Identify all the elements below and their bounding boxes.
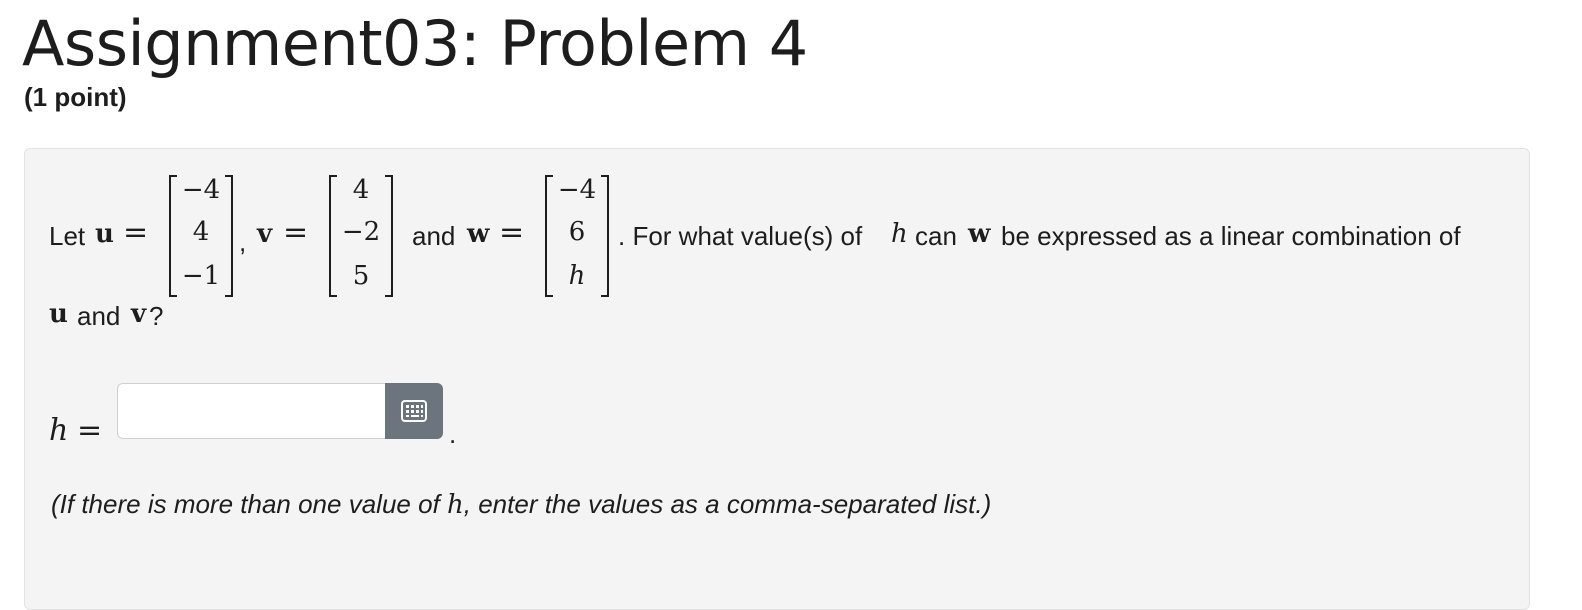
w-vector: −4 6 h bbox=[545, 175, 609, 297]
u-symbol-line2: u bbox=[49, 299, 68, 329]
h-symbol: h bbox=[891, 219, 908, 249]
u-symbol: u bbox=[95, 219, 114, 249]
u-equals: = bbox=[123, 215, 149, 250]
hint-text: (If there is more than one value of h, e… bbox=[51, 489, 991, 520]
u-vector-entry: −4 bbox=[181, 175, 221, 205]
answer-period: . bbox=[449, 419, 457, 449]
u-vector: −4 4 −1 bbox=[169, 175, 233, 297]
v-symbol: v bbox=[257, 219, 273, 249]
w-vector-entry: h bbox=[568, 261, 586, 291]
u-vector-entry: −1 bbox=[181, 261, 221, 291]
comma: , bbox=[239, 227, 247, 257]
and-text: and bbox=[412, 221, 456, 251]
question-part-b: can bbox=[915, 221, 957, 251]
question-mark: ? bbox=[149, 301, 164, 331]
v-vector-entry: −2 bbox=[341, 217, 381, 247]
v-symbol-line2: v bbox=[131, 299, 147, 329]
equation-editor-button[interactable] bbox=[385, 383, 443, 439]
w-symbol: w bbox=[467, 219, 490, 249]
w-vector-entry: −4 bbox=[557, 175, 597, 205]
let-text: Let bbox=[49, 221, 86, 251]
question-part-a: . For what value(s) of bbox=[618, 221, 863, 251]
hint-before: (If there is more than one value of bbox=[51, 489, 440, 519]
answer-h-label: h bbox=[49, 413, 69, 448]
points-label: (1 point) bbox=[24, 82, 127, 112]
hint-after: , enter the values as a comma-separated … bbox=[463, 489, 992, 519]
keypad-icon bbox=[401, 400, 427, 422]
w-symbol-inline: w bbox=[968, 219, 991, 249]
v-vector-entry: 4 bbox=[352, 175, 370, 205]
w-vector-entry: 6 bbox=[568, 217, 586, 247]
answer-input[interactable] bbox=[117, 383, 385, 439]
u-vector-entry: 4 bbox=[192, 217, 210, 247]
line2-and-text: and bbox=[77, 301, 121, 331]
problem-card: Let u = −4 4 −1 , v = 4 −2 5 and w = −4 … bbox=[24, 148, 1530, 610]
v-vector: 4 −2 5 bbox=[329, 175, 393, 297]
v-equals: = bbox=[283, 215, 309, 250]
v-vector-entry: 5 bbox=[352, 261, 370, 291]
hint-h-symbol: h bbox=[447, 490, 464, 520]
page-title: Assignment03: Problem 4 bbox=[22, 7, 808, 80]
question-part-c: be expressed as a linear combination of bbox=[1001, 221, 1461, 251]
w-equals: = bbox=[499, 215, 525, 250]
answer-equals: = bbox=[77, 413, 103, 448]
